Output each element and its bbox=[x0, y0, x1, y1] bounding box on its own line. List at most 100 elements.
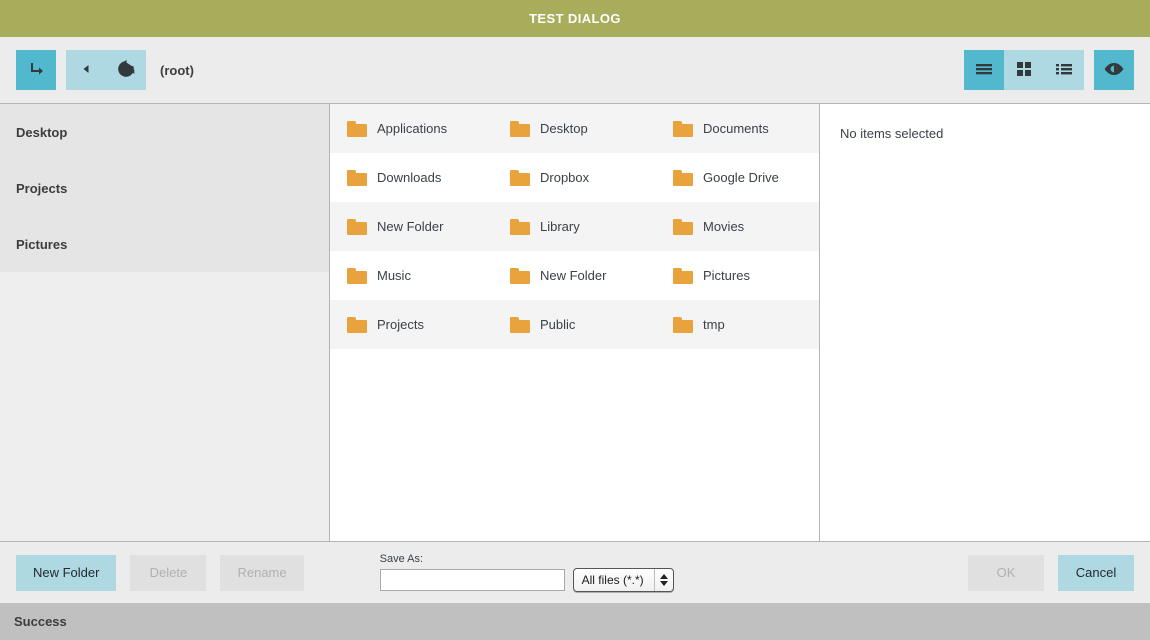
toolbar-left-group: (root) bbox=[16, 50, 194, 90]
file-item[interactable]: New Folder bbox=[330, 202, 493, 251]
folder-icon bbox=[673, 169, 693, 186]
sidebar-item-pictures[interactable]: Pictures bbox=[0, 216, 329, 272]
places-sidebar: Desktop Projects Pictures bbox=[0, 104, 330, 541]
folder-icon bbox=[347, 218, 367, 235]
sidebar-item-desktop[interactable]: Desktop bbox=[0, 104, 329, 160]
status-bar: Success bbox=[0, 603, 1150, 640]
save-as-group: Save As: All files (*.*) bbox=[379, 553, 674, 592]
sidebar-item-label: Projects bbox=[16, 180, 68, 196]
file-item-label: Movies bbox=[703, 219, 745, 234]
stepper-arrows-icon bbox=[653, 569, 673, 591]
file-item[interactable]: Movies bbox=[656, 202, 819, 251]
table-row: Downloads Dropbox Google Drive bbox=[330, 153, 819, 202]
file-item[interactable]: New Folder bbox=[493, 251, 656, 300]
file-list: Applications Desktop Documents Downloads bbox=[330, 104, 820, 541]
file-item[interactable]: Desktop bbox=[493, 104, 656, 153]
folder-icon bbox=[347, 267, 367, 284]
table-row: Applications Desktop Documents bbox=[330, 104, 819, 153]
action-bar: New Folder Delete Rename Save As: All fi… bbox=[0, 541, 1150, 603]
table-row: New Folder Library Movies bbox=[330, 202, 819, 251]
file-item[interactable]: Public bbox=[493, 300, 656, 349]
file-item[interactable]: Downloads bbox=[330, 153, 493, 202]
confirm-button-group: OK Cancel bbox=[968, 554, 1134, 591]
folder-icon bbox=[510, 120, 530, 137]
folder-icon bbox=[673, 316, 693, 333]
cancel-button[interactable]: Cancel bbox=[1058, 554, 1134, 591]
table-row: Projects Public tmp bbox=[330, 300, 819, 349]
refresh-button[interactable] bbox=[106, 50, 146, 90]
file-item-label: Downloads bbox=[377, 170, 442, 185]
folder-icon bbox=[347, 169, 367, 186]
file-item-label: Library bbox=[540, 219, 580, 234]
file-item-label: Public bbox=[540, 317, 576, 332]
hamburger-list-icon bbox=[975, 62, 993, 79]
back-button[interactable] bbox=[66, 50, 106, 90]
delete-button[interactable]: Delete bbox=[130, 554, 207, 591]
file-item[interactable]: Dropbox bbox=[493, 153, 656, 202]
detail-list-icon bbox=[1055, 62, 1073, 79]
triangle-left-icon bbox=[79, 62, 93, 79]
preview-message: No items selected bbox=[840, 126, 944, 141]
file-item-label: tmp bbox=[703, 317, 725, 332]
refresh-icon bbox=[116, 59, 136, 82]
file-item-label: New Folder bbox=[540, 268, 607, 283]
open-folder-button[interactable] bbox=[16, 50, 56, 90]
current-path-label: (root) bbox=[160, 62, 194, 78]
file-filter-select[interactable]: All files (*.*) bbox=[572, 568, 674, 592]
file-item-label: Dropbox bbox=[540, 170, 590, 185]
new-folder-button[interactable]: New Folder bbox=[16, 554, 117, 591]
file-item-label: Google Drive bbox=[703, 170, 779, 185]
file-item[interactable]: tmp bbox=[656, 300, 819, 349]
arrow-turn-down-right-icon bbox=[27, 60, 45, 81]
toolbar: (root) bbox=[0, 37, 1150, 103]
status-message: Success bbox=[14, 614, 67, 629]
folder-icon bbox=[673, 267, 693, 284]
file-filter-value: All files (*.*) bbox=[581, 573, 644, 587]
save-as-input[interactable] bbox=[379, 569, 565, 591]
file-item[interactable]: Projects bbox=[330, 300, 493, 349]
folder-icon bbox=[347, 120, 367, 137]
file-item[interactable]: Pictures bbox=[656, 251, 819, 300]
grid-squares-icon bbox=[1016, 61, 1032, 80]
view-detail-button[interactable] bbox=[1044, 50, 1084, 90]
file-item-label: Desktop bbox=[540, 121, 588, 136]
folder-icon bbox=[510, 169, 530, 186]
view-list-button[interactable] bbox=[964, 50, 1004, 90]
file-item-label: Applications bbox=[377, 121, 448, 136]
dialog-title: TEST DIALOG bbox=[529, 11, 621, 26]
file-item[interactable]: Library bbox=[493, 202, 656, 251]
folder-icon bbox=[510, 316, 530, 333]
file-item-label: Pictures bbox=[703, 268, 750, 283]
file-item[interactable]: Applications bbox=[330, 104, 493, 153]
file-item-label: New Folder bbox=[377, 219, 444, 234]
folder-icon bbox=[510, 218, 530, 235]
nav-button-group bbox=[66, 50, 146, 90]
dialog-body: Desktop Projects Pictures Applications D bbox=[0, 103, 1150, 541]
file-item-label: Documents bbox=[703, 121, 769, 136]
file-item[interactable]: Music bbox=[330, 251, 493, 300]
dialog-title-bar: TEST DIALOG bbox=[0, 0, 1150, 37]
file-item-label: Projects bbox=[377, 317, 424, 332]
table-row: Music New Folder Pictures bbox=[330, 251, 819, 300]
ok-button[interactable]: OK bbox=[968, 554, 1044, 591]
folder-icon bbox=[673, 120, 693, 137]
sidebar-item-projects[interactable]: Projects bbox=[0, 160, 329, 216]
sidebar-item-label: Desktop bbox=[16, 124, 68, 140]
view-mode-group bbox=[964, 50, 1084, 90]
file-item-label: Music bbox=[377, 268, 411, 283]
file-item[interactable]: Google Drive bbox=[656, 153, 819, 202]
folder-icon bbox=[347, 316, 367, 333]
view-grid-button[interactable] bbox=[1004, 50, 1044, 90]
preview-pane: No items selected bbox=[820, 104, 1150, 541]
rename-button[interactable]: Rename bbox=[220, 554, 304, 591]
sidebar-item-label: Pictures bbox=[16, 236, 68, 252]
save-as-label: Save As: bbox=[379, 553, 424, 565]
file-item[interactable]: Documents bbox=[656, 104, 819, 153]
places-list: Desktop Projects Pictures bbox=[0, 104, 329, 272]
eye-icon bbox=[1103, 61, 1125, 80]
preview-toggle-button[interactable] bbox=[1094, 50, 1134, 90]
save-as-row: All files (*.*) bbox=[379, 568, 674, 592]
folder-icon bbox=[510, 267, 530, 284]
toolbar-right-group bbox=[964, 50, 1134, 90]
folder-icon bbox=[673, 218, 693, 235]
